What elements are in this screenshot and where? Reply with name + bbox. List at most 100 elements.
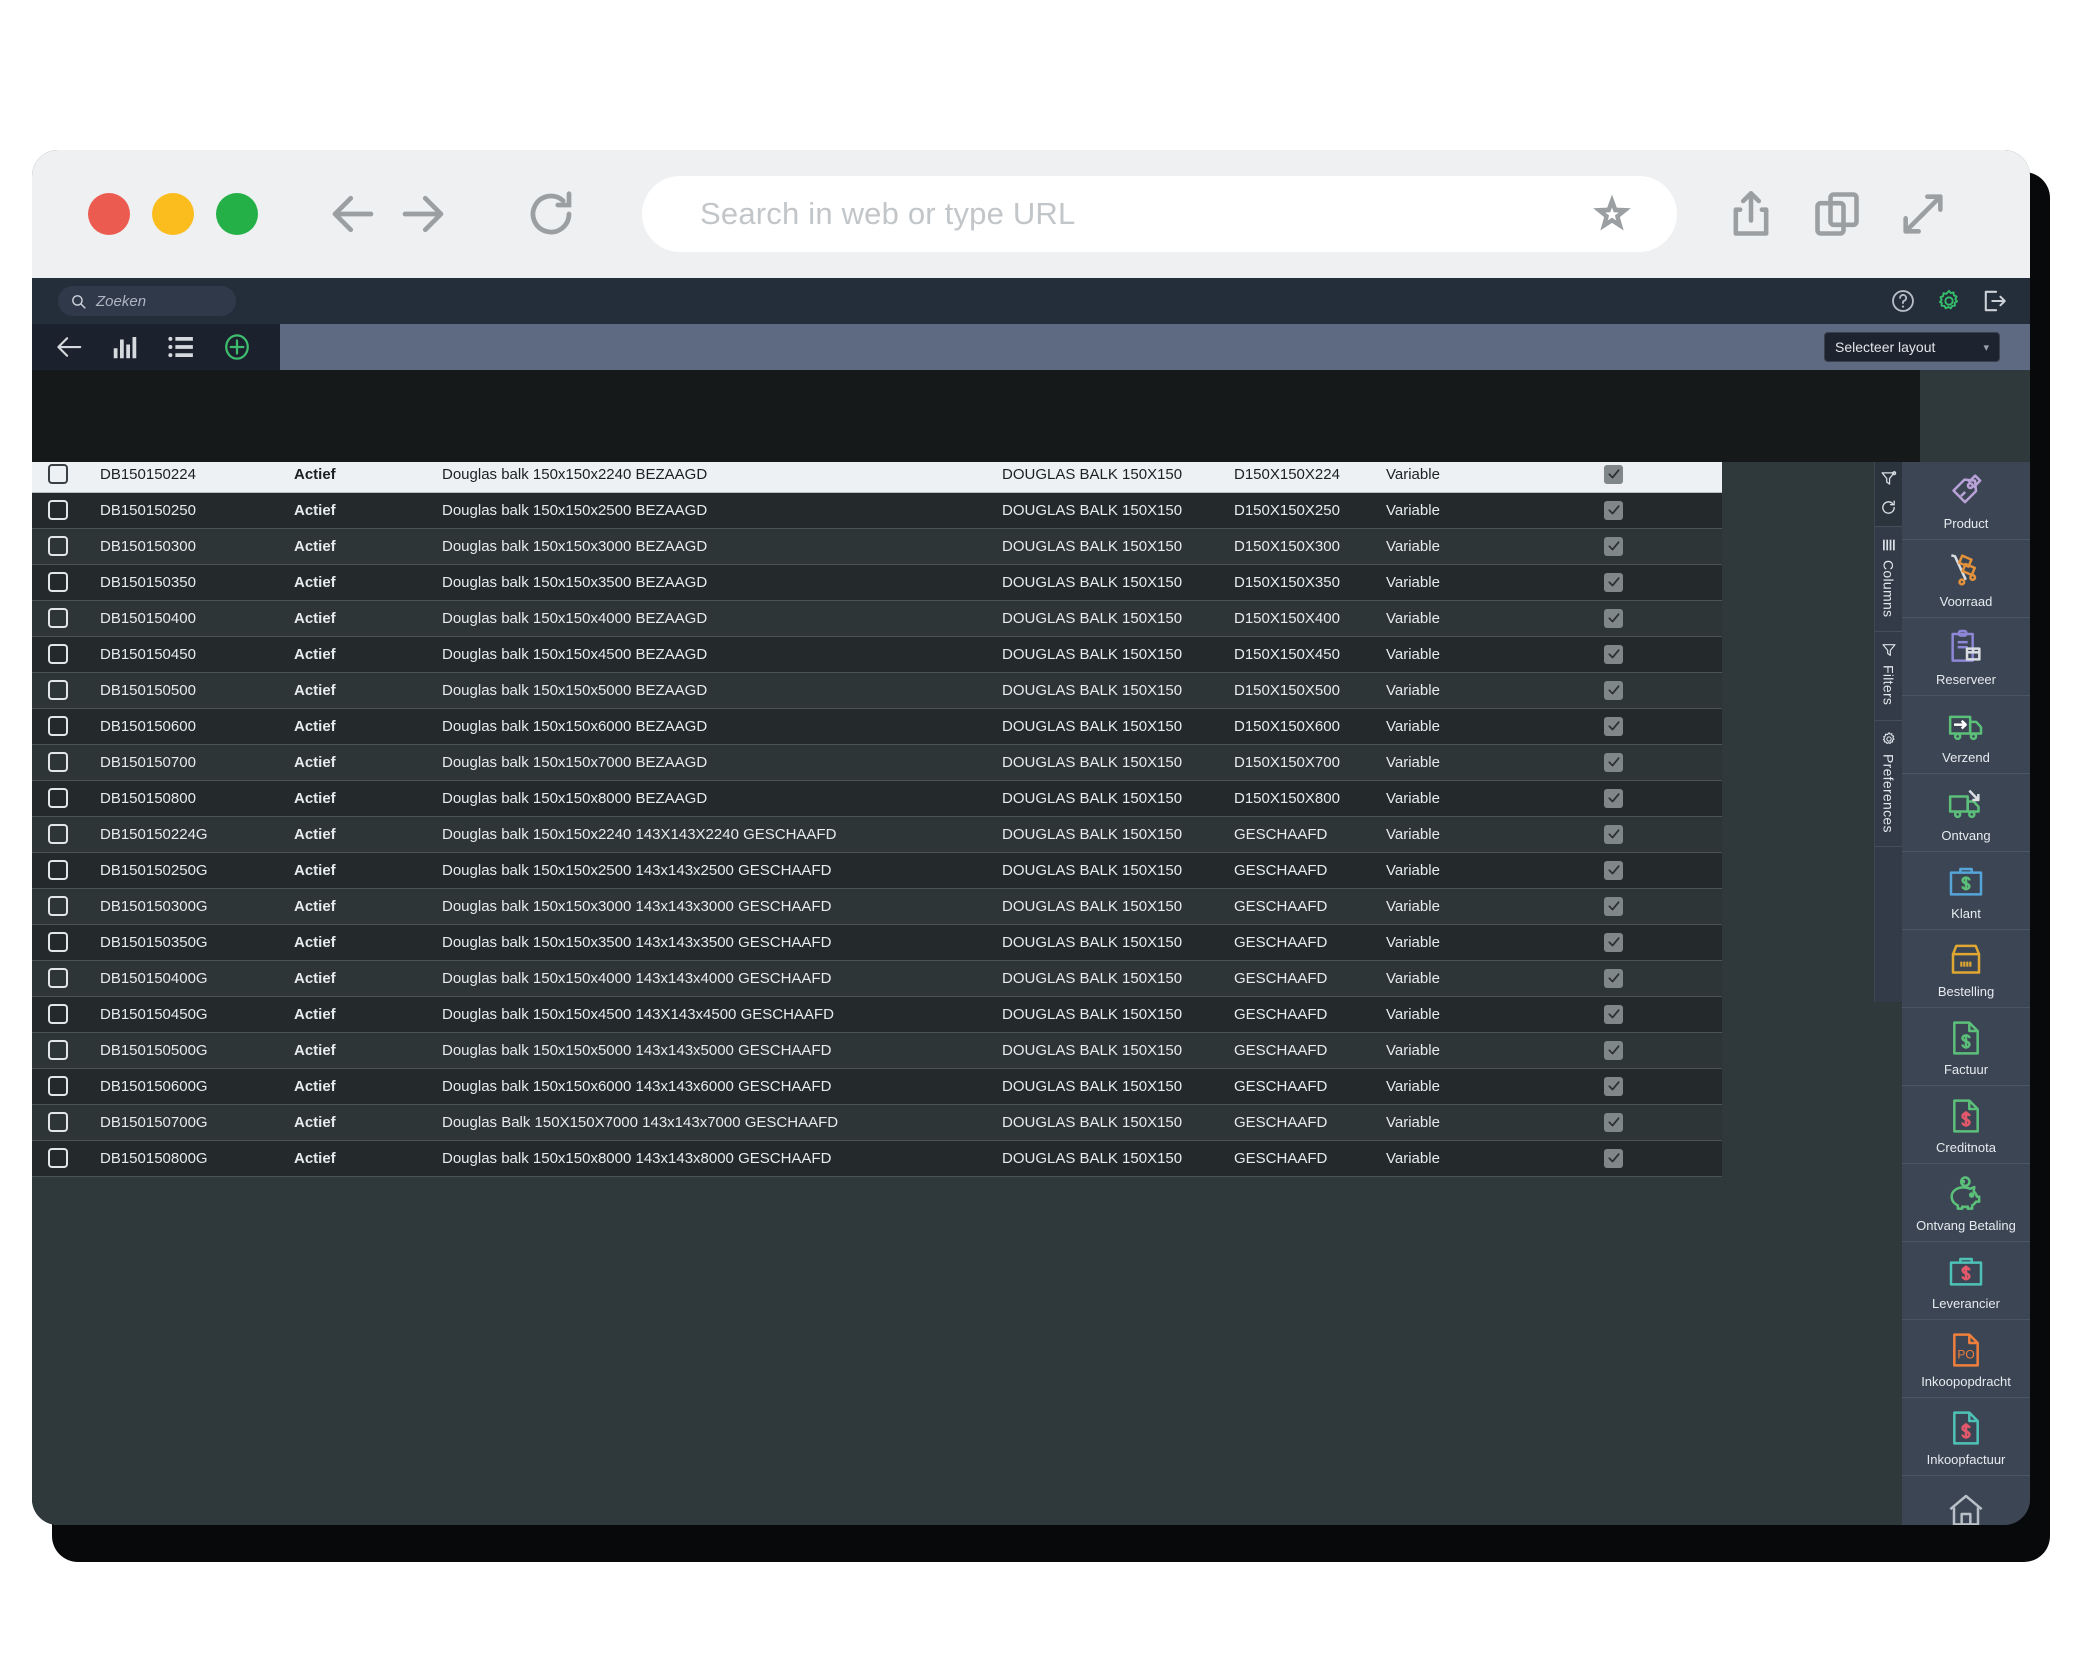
row-select-checkbox[interactable] xyxy=(48,536,68,556)
woo-variatie-checkbox[interactable] xyxy=(1604,896,1623,916)
table-row[interactable]: DB150150600 Actief Douglas balk 150x150x60… xyxy=(32,708,1722,745)
tab-filters[interactable]: Filters xyxy=(1875,632,1902,721)
cell-woo-variatie[interactable] xyxy=(1544,852,1722,889)
sidebar-item-ontvang[interactable]: Ontvang xyxy=(1902,774,2030,852)
table-row[interactable]: DB150150400G Actief Douglas balk 150x150x4… xyxy=(32,960,1722,997)
row-select-cell[interactable] xyxy=(32,636,86,673)
table-row[interactable]: DB150150450 Actief Douglas balk 150x150x45… xyxy=(32,636,1722,673)
row-select-checkbox[interactable] xyxy=(48,644,68,664)
cell-woo-variatie[interactable] xyxy=(1544,924,1722,961)
row-select-cell[interactable] xyxy=(32,492,86,529)
fullscreen-icon[interactable] xyxy=(1897,188,1949,240)
table-row[interactable]: DB150150350 Actief Douglas balk 150x150x35… xyxy=(32,564,1722,601)
row-select-cell[interactable] xyxy=(32,744,86,781)
table-row[interactable]: DB150150250 Actief Douglas balk 150x150x25… xyxy=(32,492,1722,529)
row-select-checkbox[interactable] xyxy=(48,860,68,880)
row-select-cell[interactable] xyxy=(32,1140,86,1177)
cell-woo-variatie[interactable] xyxy=(1544,780,1722,817)
table-row[interactable]: DB150150400 Actief Douglas balk 150x150x40… xyxy=(32,600,1722,637)
row-select-cell[interactable] xyxy=(32,1068,86,1105)
row-select-checkbox[interactable] xyxy=(48,500,68,520)
funnel-clear-icon[interactable] xyxy=(1880,470,1897,487)
woo-variatie-checkbox[interactable] xyxy=(1604,752,1623,772)
bookmark-star-icon[interactable] xyxy=(1589,191,1635,237)
row-select-cell[interactable] xyxy=(32,564,86,601)
cell-woo-variatie[interactable] xyxy=(1544,600,1722,637)
tab-columns[interactable]: Columns xyxy=(1875,527,1902,633)
sidebar-item-inkoopfactuur[interactable]: Inkoopfactuur xyxy=(1902,1398,2030,1476)
refresh-icon[interactable] xyxy=(1880,499,1897,516)
woo-variatie-checkbox[interactable] xyxy=(1604,464,1623,484)
cell-woo-variatie[interactable] xyxy=(1544,708,1722,745)
cell-woo-variatie[interactable] xyxy=(1544,528,1722,565)
table-row[interactable]: DB150150500G Actief Douglas balk 150x150x5… xyxy=(32,1032,1722,1069)
table-row[interactable]: DB150150800G Actief Douglas balk 150x150x8… xyxy=(32,1140,1722,1177)
row-select-checkbox[interactable] xyxy=(48,1004,68,1024)
sidebar-item-reserveer[interactable]: Reserveer xyxy=(1902,618,2030,696)
row-select-cell[interactable] xyxy=(32,780,86,817)
plus-circle-icon[interactable] xyxy=(222,332,252,362)
woo-variatie-checkbox[interactable] xyxy=(1604,536,1623,556)
woo-variatie-checkbox[interactable] xyxy=(1604,788,1623,808)
cell-woo-variatie[interactable] xyxy=(1544,1068,1722,1105)
row-select-cell[interactable] xyxy=(32,816,86,853)
woo-variatie-checkbox[interactable] xyxy=(1604,500,1623,520)
help-icon[interactable] xyxy=(1890,288,1916,314)
table-row[interactable]: DB150150300 Actief Douglas balk 150x150x30… xyxy=(32,528,1722,565)
woo-variatie-checkbox[interactable] xyxy=(1604,1004,1623,1024)
forward-arrow-icon[interactable] xyxy=(396,187,450,241)
reload-icon[interactable] xyxy=(524,187,578,241)
row-select-checkbox[interactable] xyxy=(48,1076,68,1096)
row-select-cell[interactable] xyxy=(32,888,86,925)
woo-variatie-checkbox[interactable] xyxy=(1604,608,1623,628)
back-arrow-icon[interactable] xyxy=(326,187,380,241)
table-row[interactable]: DB150150800 Actief Douglas balk 150x150x80… xyxy=(32,780,1722,817)
woo-variatie-checkbox[interactable] xyxy=(1604,680,1623,700)
gear-icon[interactable] xyxy=(1936,288,1962,314)
sidebar-item-home[interactable]: Home xyxy=(1902,1476,2030,1525)
cell-woo-variatie[interactable] xyxy=(1544,1140,1722,1177)
row-select-checkbox[interactable] xyxy=(48,1112,68,1132)
sidebar-item-bestelling[interactable]: Bestelling xyxy=(1902,930,2030,1008)
logout-icon[interactable] xyxy=(1982,288,2008,314)
row-select-checkbox[interactable] xyxy=(48,932,68,952)
row-select-cell[interactable] xyxy=(32,528,86,565)
sidebar-item-creditnota[interactable]: Creditnota xyxy=(1902,1086,2030,1164)
row-select-checkbox[interactable] xyxy=(48,572,68,592)
row-select-cell[interactable] xyxy=(32,960,86,997)
row-select-checkbox[interactable] xyxy=(48,896,68,916)
sidebar-item-verzend[interactable]: Verzend xyxy=(1902,696,2030,774)
table-row[interactable]: DB150150450G Actief Douglas balk 150x150x4… xyxy=(32,996,1722,1033)
cell-woo-variatie[interactable] xyxy=(1544,636,1722,673)
table-row[interactable]: DB150150250G Actief Douglas balk 150x150x2… xyxy=(32,852,1722,889)
maximize-window-button[interactable] xyxy=(216,193,258,235)
row-select-checkbox[interactable] xyxy=(48,824,68,844)
row-select-cell[interactable] xyxy=(32,996,86,1033)
cell-woo-variatie[interactable] xyxy=(1544,1032,1722,1069)
woo-variatie-checkbox[interactable] xyxy=(1604,1148,1623,1168)
back-arrow-icon[interactable] xyxy=(54,332,84,362)
row-select-cell[interactable] xyxy=(32,708,86,745)
sidebar-item-klant[interactable]: Klant xyxy=(1902,852,2030,930)
row-select-checkbox[interactable] xyxy=(48,716,68,736)
layout-select[interactable]: Selecteer layout ▾ xyxy=(1824,332,2000,362)
cell-woo-variatie[interactable] xyxy=(1544,564,1722,601)
table-row[interactable]: DB150150700 Actief Douglas balk 150x150x70… xyxy=(32,744,1722,781)
woo-variatie-checkbox[interactable] xyxy=(1604,860,1623,880)
table-row[interactable]: DB150150600G Actief Douglas balk 150x150x6… xyxy=(32,1068,1722,1105)
table-row[interactable]: DB150150350G Actief Douglas balk 150x150x3… xyxy=(32,924,1722,961)
tab-preferences[interactable]: Preferences xyxy=(1875,721,1902,848)
table-row[interactable]: DB150150500 Actief Douglas balk 150x150x50… xyxy=(32,672,1722,709)
cell-woo-variatie[interactable] xyxy=(1544,996,1722,1033)
table-row[interactable]: DB150150224G Actief Douglas balk 150x150x2… xyxy=(32,816,1722,853)
table-row[interactable]: DB150150300G Actief Douglas balk 150x150x3… xyxy=(32,888,1722,925)
woo-variatie-checkbox[interactable] xyxy=(1604,968,1623,988)
close-window-button[interactable] xyxy=(88,193,130,235)
sidebar-item-ontvang-betaling[interactable]: Ontvang Betaling xyxy=(1902,1164,2030,1242)
url-bar[interactable]: Search in web or type URL xyxy=(642,176,1677,252)
woo-variatie-checkbox[interactable] xyxy=(1604,1112,1623,1132)
row-select-cell[interactable] xyxy=(32,924,86,961)
woo-variatie-checkbox[interactable] xyxy=(1604,932,1623,952)
sidebar-item-product[interactable]: Product xyxy=(1902,462,2030,540)
row-select-cell[interactable] xyxy=(32,1032,86,1069)
